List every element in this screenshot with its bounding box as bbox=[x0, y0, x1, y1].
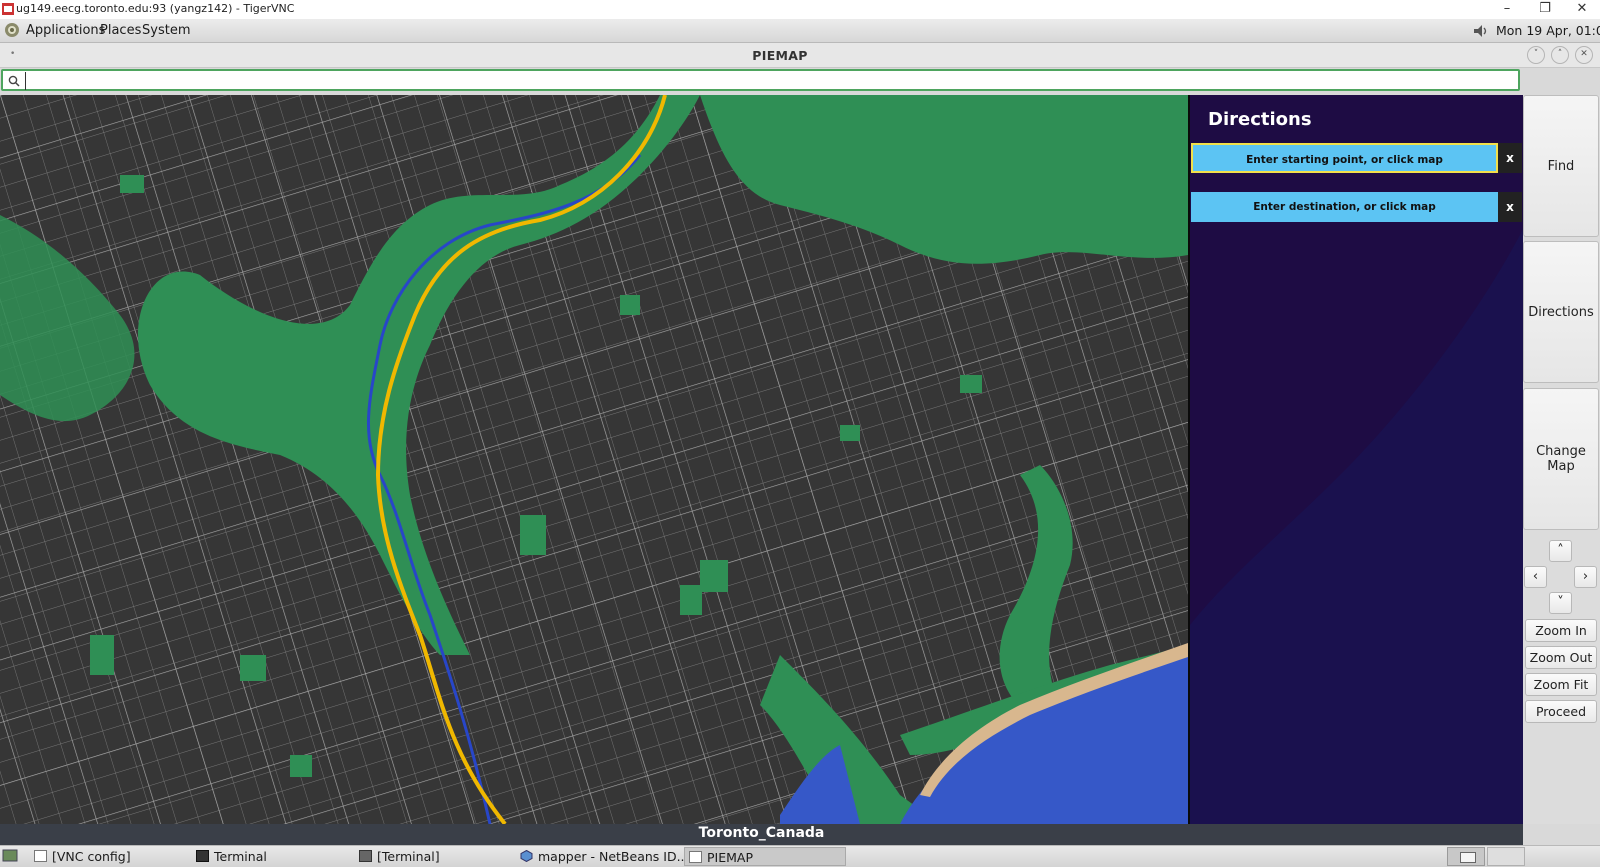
gnome-foot-icon[interactable] bbox=[4, 22, 20, 38]
proceed-button[interactable]: Proceed bbox=[1525, 700, 1597, 723]
map-name-bar: Toronto_Canada bbox=[0, 824, 1523, 845]
task-vnc-config[interactable]: [VNC config] bbox=[30, 847, 180, 866]
clear-destination-button[interactable]: x bbox=[1498, 192, 1522, 222]
find-button[interactable]: Find bbox=[1523, 95, 1599, 237]
task-label: Terminal bbox=[214, 849, 267, 864]
map-canvas[interactable] bbox=[0, 95, 1188, 824]
destination-field[interactable]: Enter destination, or click map bbox=[1191, 192, 1498, 222]
window-icon bbox=[689, 851, 702, 863]
tigervnc-logo-icon bbox=[2, 3, 14, 15]
menu-applications[interactable]: Applications bbox=[26, 23, 105, 38]
show-desktop-icon[interactable] bbox=[2, 848, 18, 863]
bottom-taskbar: [VNC config] Terminal [Terminal] mapper … bbox=[0, 845, 1600, 867]
app-title-bar: • PIEMAP ˅ ˄ ✕ bbox=[0, 43, 1600, 68]
directions-panel: Directions Enter starting point, or clic… bbox=[1188, 95, 1525, 824]
netbeans-icon bbox=[520, 850, 533, 862]
window-icon bbox=[34, 850, 47, 862]
zoom-fit-button[interactable]: Zoom Fit bbox=[1525, 673, 1597, 696]
vnc-window-title: ug149.eecg.toronto.edu:93 (yangz142) - T… bbox=[16, 2, 295, 15]
app-window-title: PIEMAP bbox=[752, 48, 808, 63]
workspace-1[interactable] bbox=[1447, 847, 1485, 866]
pan-up-button[interactable]: ˄ bbox=[1549, 540, 1572, 562]
map-name-label: Toronto_Canada bbox=[698, 825, 825, 841]
volume-icon[interactable] bbox=[1472, 23, 1490, 39]
zoom-in-button[interactable]: Zoom In bbox=[1525, 619, 1597, 642]
task-label: [Terminal] bbox=[377, 849, 440, 864]
chevron-down-icon[interactable]: ˅ bbox=[1527, 46, 1545, 64]
pan-right-button[interactable]: › bbox=[1574, 566, 1597, 588]
close-icon[interactable]: ✕ bbox=[1563, 0, 1600, 19]
gnome-top-panel: Applications Places System Mon 19 Apr, 0… bbox=[0, 19, 1600, 43]
change-map-button[interactable]: Change Map bbox=[1523, 388, 1599, 530]
pan-down-button[interactable]: ˅ bbox=[1549, 592, 1572, 614]
task-label: [VNC config] bbox=[52, 849, 131, 864]
zoom-out-button[interactable]: Zoom Out bbox=[1525, 646, 1597, 669]
directions-title: Directions bbox=[1208, 109, 1312, 130]
restore-icon[interactable]: ❐ bbox=[1526, 0, 1564, 19]
task-piemap[interactable]: PIEMAP bbox=[684, 847, 846, 866]
close-icon[interactable]: ✕ bbox=[1575, 46, 1593, 64]
clock[interactable]: Mon 19 Apr, 01:04 bbox=[1496, 23, 1600, 38]
clear-start-button[interactable]: x bbox=[1498, 143, 1522, 173]
start-point-field[interactable]: Enter starting point, or click map bbox=[1191, 143, 1498, 173]
workspace-2[interactable] bbox=[1487, 847, 1525, 866]
task-terminal-2[interactable]: [Terminal] bbox=[355, 847, 505, 866]
task-terminal[interactable]: Terminal bbox=[192, 847, 342, 866]
terminal-icon bbox=[196, 850, 209, 862]
workspace-window-icon bbox=[1460, 852, 1476, 863]
terminal-icon bbox=[359, 850, 372, 862]
control-column: Find Directions Change Map ˄ ‹ › ˅ Zoom … bbox=[1523, 95, 1600, 824]
task-label: PIEMAP bbox=[707, 850, 753, 865]
task-netbeans[interactable]: mapper - NetBeans ID... bbox=[516, 847, 689, 866]
search-input[interactable] bbox=[25, 72, 1510, 90]
search-bar bbox=[1, 69, 1520, 91]
vnc-title-bar: ug149.eecg.toronto.edu:93 (yangz142) - T… bbox=[0, 0, 1600, 20]
chevron-up-icon[interactable]: ˄ bbox=[1551, 46, 1569, 64]
task-label: mapper - NetBeans ID... bbox=[538, 849, 689, 864]
map-graphic[interactable] bbox=[0, 95, 1188, 824]
directions-button[interactable]: Directions bbox=[1523, 241, 1599, 383]
search-icon bbox=[8, 75, 20, 87]
minimize-icon[interactable]: – bbox=[1488, 0, 1526, 19]
pan-left-button[interactable]: ‹ bbox=[1524, 566, 1547, 588]
menu-system[interactable]: System bbox=[142, 23, 190, 38]
menu-places[interactable]: Places bbox=[100, 23, 141, 38]
